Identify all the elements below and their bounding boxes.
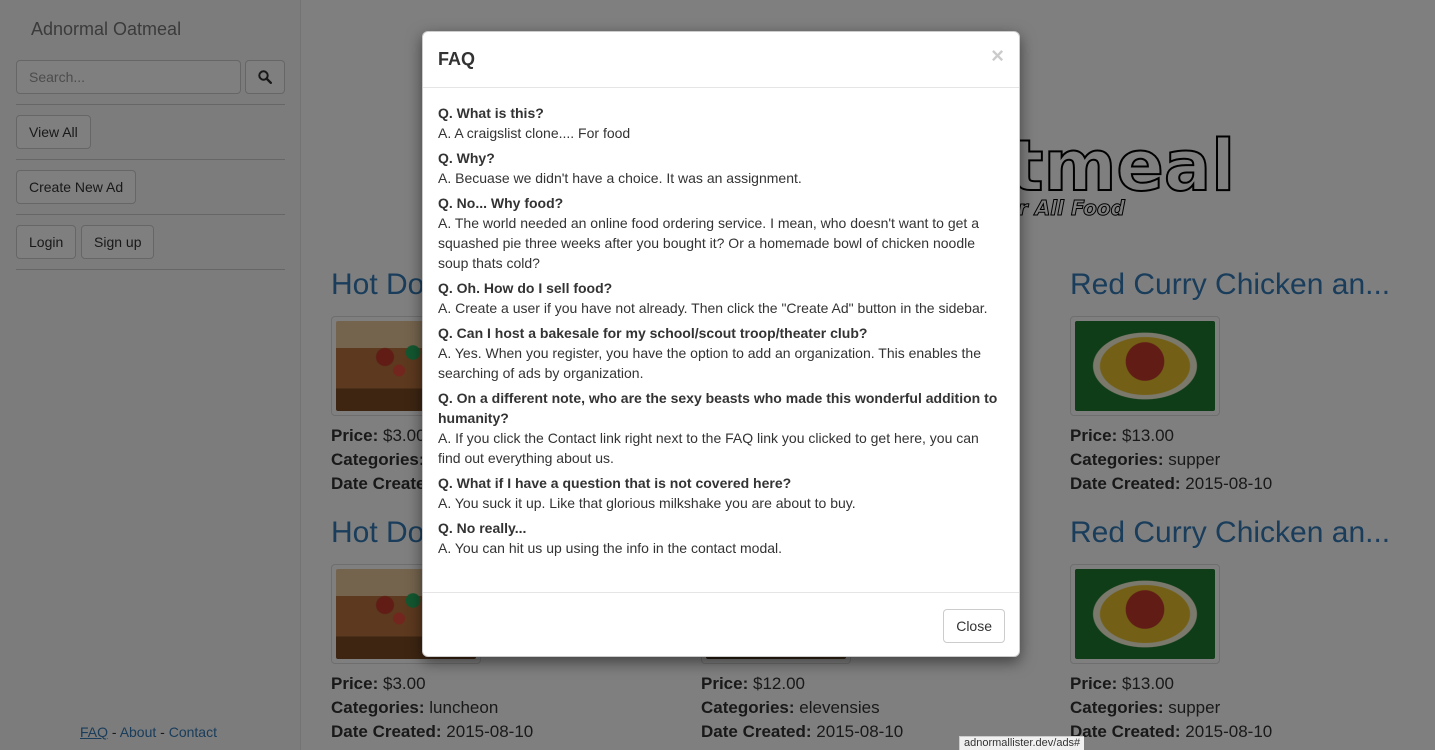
faq-item: Q. What is this? A. A craigslist clone...… [438, 103, 1004, 143]
faq-item: Q. What if I have a question that is not… [438, 473, 1004, 513]
faq-item: Q. Oh. How do I sell food? A. Create a us… [438, 278, 1004, 318]
faq-answer: A. Create a user if you have not already… [438, 300, 988, 316]
faq-item: Q. Why? A. Becuase we didn't have a choic… [438, 148, 1004, 188]
faq-question: Q. Why? [438, 150, 495, 166]
status-bar-url: adnormallister.dev/ads# [959, 736, 1085, 750]
modal-title: FAQ [438, 49, 476, 69]
faq-item: Q. On a different note, who are the sexy… [438, 388, 1004, 468]
faq-answer: A. Becuase we didn't have a choice. It w… [438, 170, 802, 186]
faq-item: Q. Can I host a bakesale for my school/s… [438, 323, 1004, 383]
faq-answer: A. The world needed an online food order… [438, 215, 979, 271]
faq-item: Q. No really... A. You can hit us up usin… [438, 518, 1004, 558]
faq-modal: FAQ × Q. What is this? A. A craigslist cl… [422, 31, 1020, 657]
close-button[interactable]: Close [943, 609, 1005, 643]
faq-question: Q. On a different note, who are the sexy… [438, 390, 998, 426]
modal-footer: Close [423, 592, 1019, 658]
faq-question: Q. Can I host a bakesale for my school/s… [438, 325, 868, 341]
faq-question: Q. Oh. How do I sell food? [438, 280, 613, 296]
close-icon[interactable]: × [991, 45, 1004, 67]
faq-answer: A. If you click the Contact link right n… [438, 430, 979, 466]
faq-answer: A. You can hit us up using the info in t… [438, 540, 783, 556]
faq-question: Q. No... Why food? [438, 195, 564, 211]
faq-question: Q. What is this? [438, 105, 544, 121]
faq-answer: A. A craigslist clone.... For food [438, 125, 631, 141]
faq-answer: A. Yes. When you register, you have the … [438, 345, 981, 381]
faq-question: Q. What if I have a question that is not… [438, 475, 792, 491]
faq-answer: A. You suck it up. Like that glorious mi… [438, 495, 856, 511]
modal-body: Q. What is this? A. A craigslist clone...… [438, 103, 1004, 563]
faq-item: Q. No... Why food? A. The world needed an… [438, 193, 1004, 273]
faq-question: Q. No really... [438, 520, 527, 536]
modal-header: FAQ × [423, 32, 1019, 88]
